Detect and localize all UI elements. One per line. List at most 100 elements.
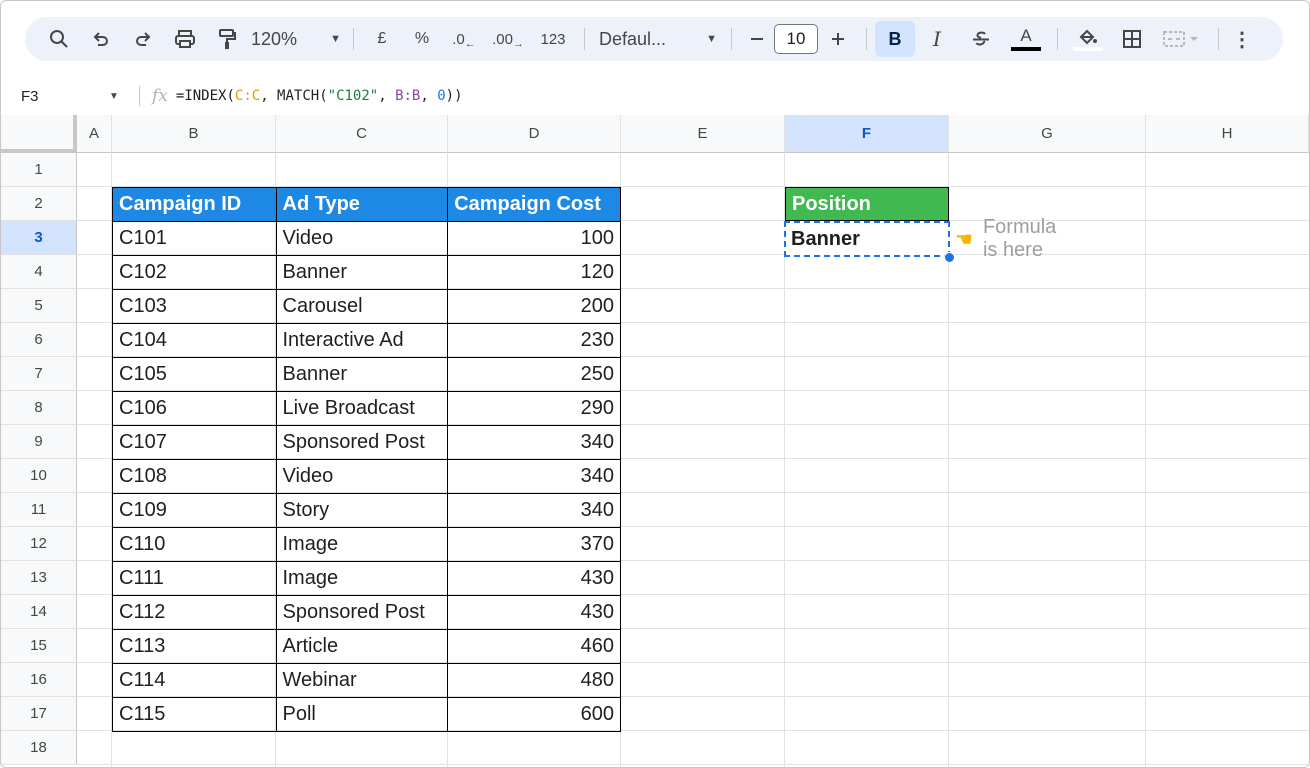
- campaign-cost-cell[interactable]: 250: [447, 357, 621, 392]
- chevron-down-icon[interactable]: ▼: [109, 91, 139, 102]
- column-header-a[interactable]: A: [77, 115, 112, 153]
- formula-input[interactable]: =INDEX(C:C, MATCH("C102", B:B, 0)): [176, 88, 463, 104]
- campaign-cost-cell[interactable]: 430: [447, 561, 621, 596]
- row-header-2[interactable]: 2: [1, 187, 77, 221]
- campaign-id-cell[interactable]: C113: [112, 629, 277, 664]
- column-header-b[interactable]: B: [112, 115, 276, 153]
- ad-type-cell[interactable]: Banner: [275, 255, 449, 290]
- campaign-cost-cell[interactable]: 460: [447, 629, 621, 664]
- campaign-cost-cell[interactable]: 200: [447, 289, 621, 324]
- campaign-id-cell[interactable]: C105: [112, 357, 277, 392]
- ad-type-cell[interactable]: Article: [275, 629, 449, 664]
- select-all-corner[interactable]: [1, 115, 77, 153]
- ad-type-cell[interactable]: Image: [275, 527, 449, 562]
- ad-type-cell[interactable]: Video: [275, 459, 449, 494]
- campaign-id-cell[interactable]: C114: [112, 663, 277, 698]
- font-select[interactable]: Defaul... ▼: [593, 23, 723, 55]
- campaign-id-cell[interactable]: C102: [112, 255, 277, 290]
- name-box[interactable]: F3: [1, 88, 109, 105]
- ad-type-cell[interactable]: Banner: [275, 357, 449, 392]
- header-campaign-cost[interactable]: Campaign Cost: [447, 187, 621, 222]
- paint-format-icon[interactable]: [207, 23, 247, 55]
- header-ad-type[interactable]: Ad Type: [275, 187, 449, 222]
- row-header-7[interactable]: 7: [1, 357, 77, 391]
- campaign-id-cell[interactable]: C106: [112, 391, 277, 426]
- column-header-c[interactable]: C: [276, 115, 448, 153]
- row-header-16[interactable]: 16: [1, 663, 77, 697]
- row-header-14[interactable]: 14: [1, 595, 77, 629]
- merge-cells-icon[interactable]: [1154, 23, 1210, 55]
- campaign-cost-cell[interactable]: 600: [447, 697, 621, 732]
- increase-font-size-button[interactable]: [818, 23, 858, 55]
- campaign-cost-cell[interactable]: 430: [447, 595, 621, 630]
- decrease-font-size-button[interactable]: [740, 23, 774, 55]
- increase-decimal-button[interactable]: .00 →: [486, 23, 530, 55]
- row-header-5[interactable]: 5: [1, 289, 77, 323]
- campaign-id-cell[interactable]: C111: [112, 561, 277, 596]
- bold-button[interactable]: B: [875, 21, 915, 57]
- column-header-f[interactable]: F: [785, 115, 949, 153]
- column-header-e[interactable]: E: [621, 115, 785, 153]
- header-campaign-id[interactable]: Campaign ID: [112, 187, 277, 222]
- currency-format-button[interactable]: £: [362, 23, 402, 55]
- campaign-cost-cell[interactable]: 290: [447, 391, 621, 426]
- campaign-id-cell[interactable]: C110: [112, 527, 277, 562]
- row-header-8[interactable]: 8: [1, 391, 77, 425]
- column-header-d[interactable]: D: [448, 115, 621, 153]
- italic-button[interactable]: I: [915, 23, 959, 55]
- ad-type-cell[interactable]: Sponsored Post: [275, 595, 449, 630]
- redo-icon[interactable]: [123, 23, 163, 55]
- row-header-17[interactable]: 17: [1, 697, 77, 731]
- campaign-id-cell[interactable]: C108: [112, 459, 277, 494]
- ad-type-cell[interactable]: Image: [275, 561, 449, 596]
- search-icon[interactable]: [39, 23, 79, 55]
- ad-type-cell[interactable]: Carousel: [275, 289, 449, 324]
- font-size-input[interactable]: 10: [774, 24, 818, 54]
- strikethrough-icon[interactable]: [959, 23, 1003, 55]
- campaign-cost-cell[interactable]: 340: [447, 459, 621, 494]
- ad-type-cell[interactable]: Video: [275, 221, 449, 256]
- campaign-id-cell[interactable]: C104: [112, 323, 277, 358]
- campaign-cost-cell[interactable]: 340: [447, 425, 621, 460]
- campaign-cost-cell[interactable]: 100: [447, 221, 621, 256]
- ad-type-cell[interactable]: Webinar: [275, 663, 449, 698]
- text-color-button[interactable]: A: [1003, 23, 1049, 55]
- campaign-id-cell[interactable]: C101: [112, 221, 277, 256]
- campaign-cost-cell[interactable]: 230: [447, 323, 621, 358]
- borders-icon[interactable]: [1110, 23, 1154, 55]
- campaign-cost-cell[interactable]: 370: [447, 527, 621, 562]
- campaign-id-cell[interactable]: C107: [112, 425, 277, 460]
- row-header-9[interactable]: 9: [1, 425, 77, 459]
- row-header-18[interactable]: 18: [1, 731, 77, 765]
- row-header-15[interactable]: 15: [1, 629, 77, 663]
- number-format-button[interactable]: 123: [530, 23, 576, 55]
- campaign-cost-cell[interactable]: 120: [447, 255, 621, 290]
- column-header-h[interactable]: H: [1146, 115, 1309, 153]
- row-header-1[interactable]: 1: [1, 153, 77, 187]
- campaign-id-cell[interactable]: C115: [112, 697, 277, 732]
- percent-format-button[interactable]: %: [402, 23, 442, 55]
- row-header-13[interactable]: 13: [1, 561, 77, 595]
- decrease-decimal-button[interactable]: .0 ←: [442, 23, 486, 55]
- more-options-icon[interactable]: ⋮: [1227, 23, 1257, 55]
- fill-handle[interactable]: [944, 252, 955, 263]
- campaign-cost-cell[interactable]: 340: [447, 493, 621, 528]
- undo-icon[interactable]: [79, 23, 123, 55]
- ad-type-cell[interactable]: Sponsored Post: [275, 425, 449, 460]
- result-cell[interactable]: Banner: [784, 221, 950, 257]
- fill-color-icon[interactable]: [1066, 23, 1110, 55]
- ad-type-cell[interactable]: Story: [275, 493, 449, 528]
- row-header-11[interactable]: 11: [1, 493, 77, 527]
- row-header-12[interactable]: 12: [1, 527, 77, 561]
- ad-type-cell[interactable]: Poll: [275, 697, 449, 732]
- zoom-select[interactable]: 120% ▼: [247, 23, 345, 55]
- campaign-id-cell[interactable]: C109: [112, 493, 277, 528]
- row-header-6[interactable]: 6: [1, 323, 77, 357]
- ad-type-cell[interactable]: Interactive Ad: [275, 323, 449, 358]
- row-header-10[interactable]: 10: [1, 459, 77, 493]
- row-header-4[interactable]: 4: [1, 255, 77, 289]
- print-icon[interactable]: [163, 23, 207, 55]
- campaign-id-cell[interactable]: C103: [112, 289, 277, 324]
- position-header[interactable]: Position: [785, 187, 949, 221]
- campaign-id-cell[interactable]: C112: [112, 595, 277, 630]
